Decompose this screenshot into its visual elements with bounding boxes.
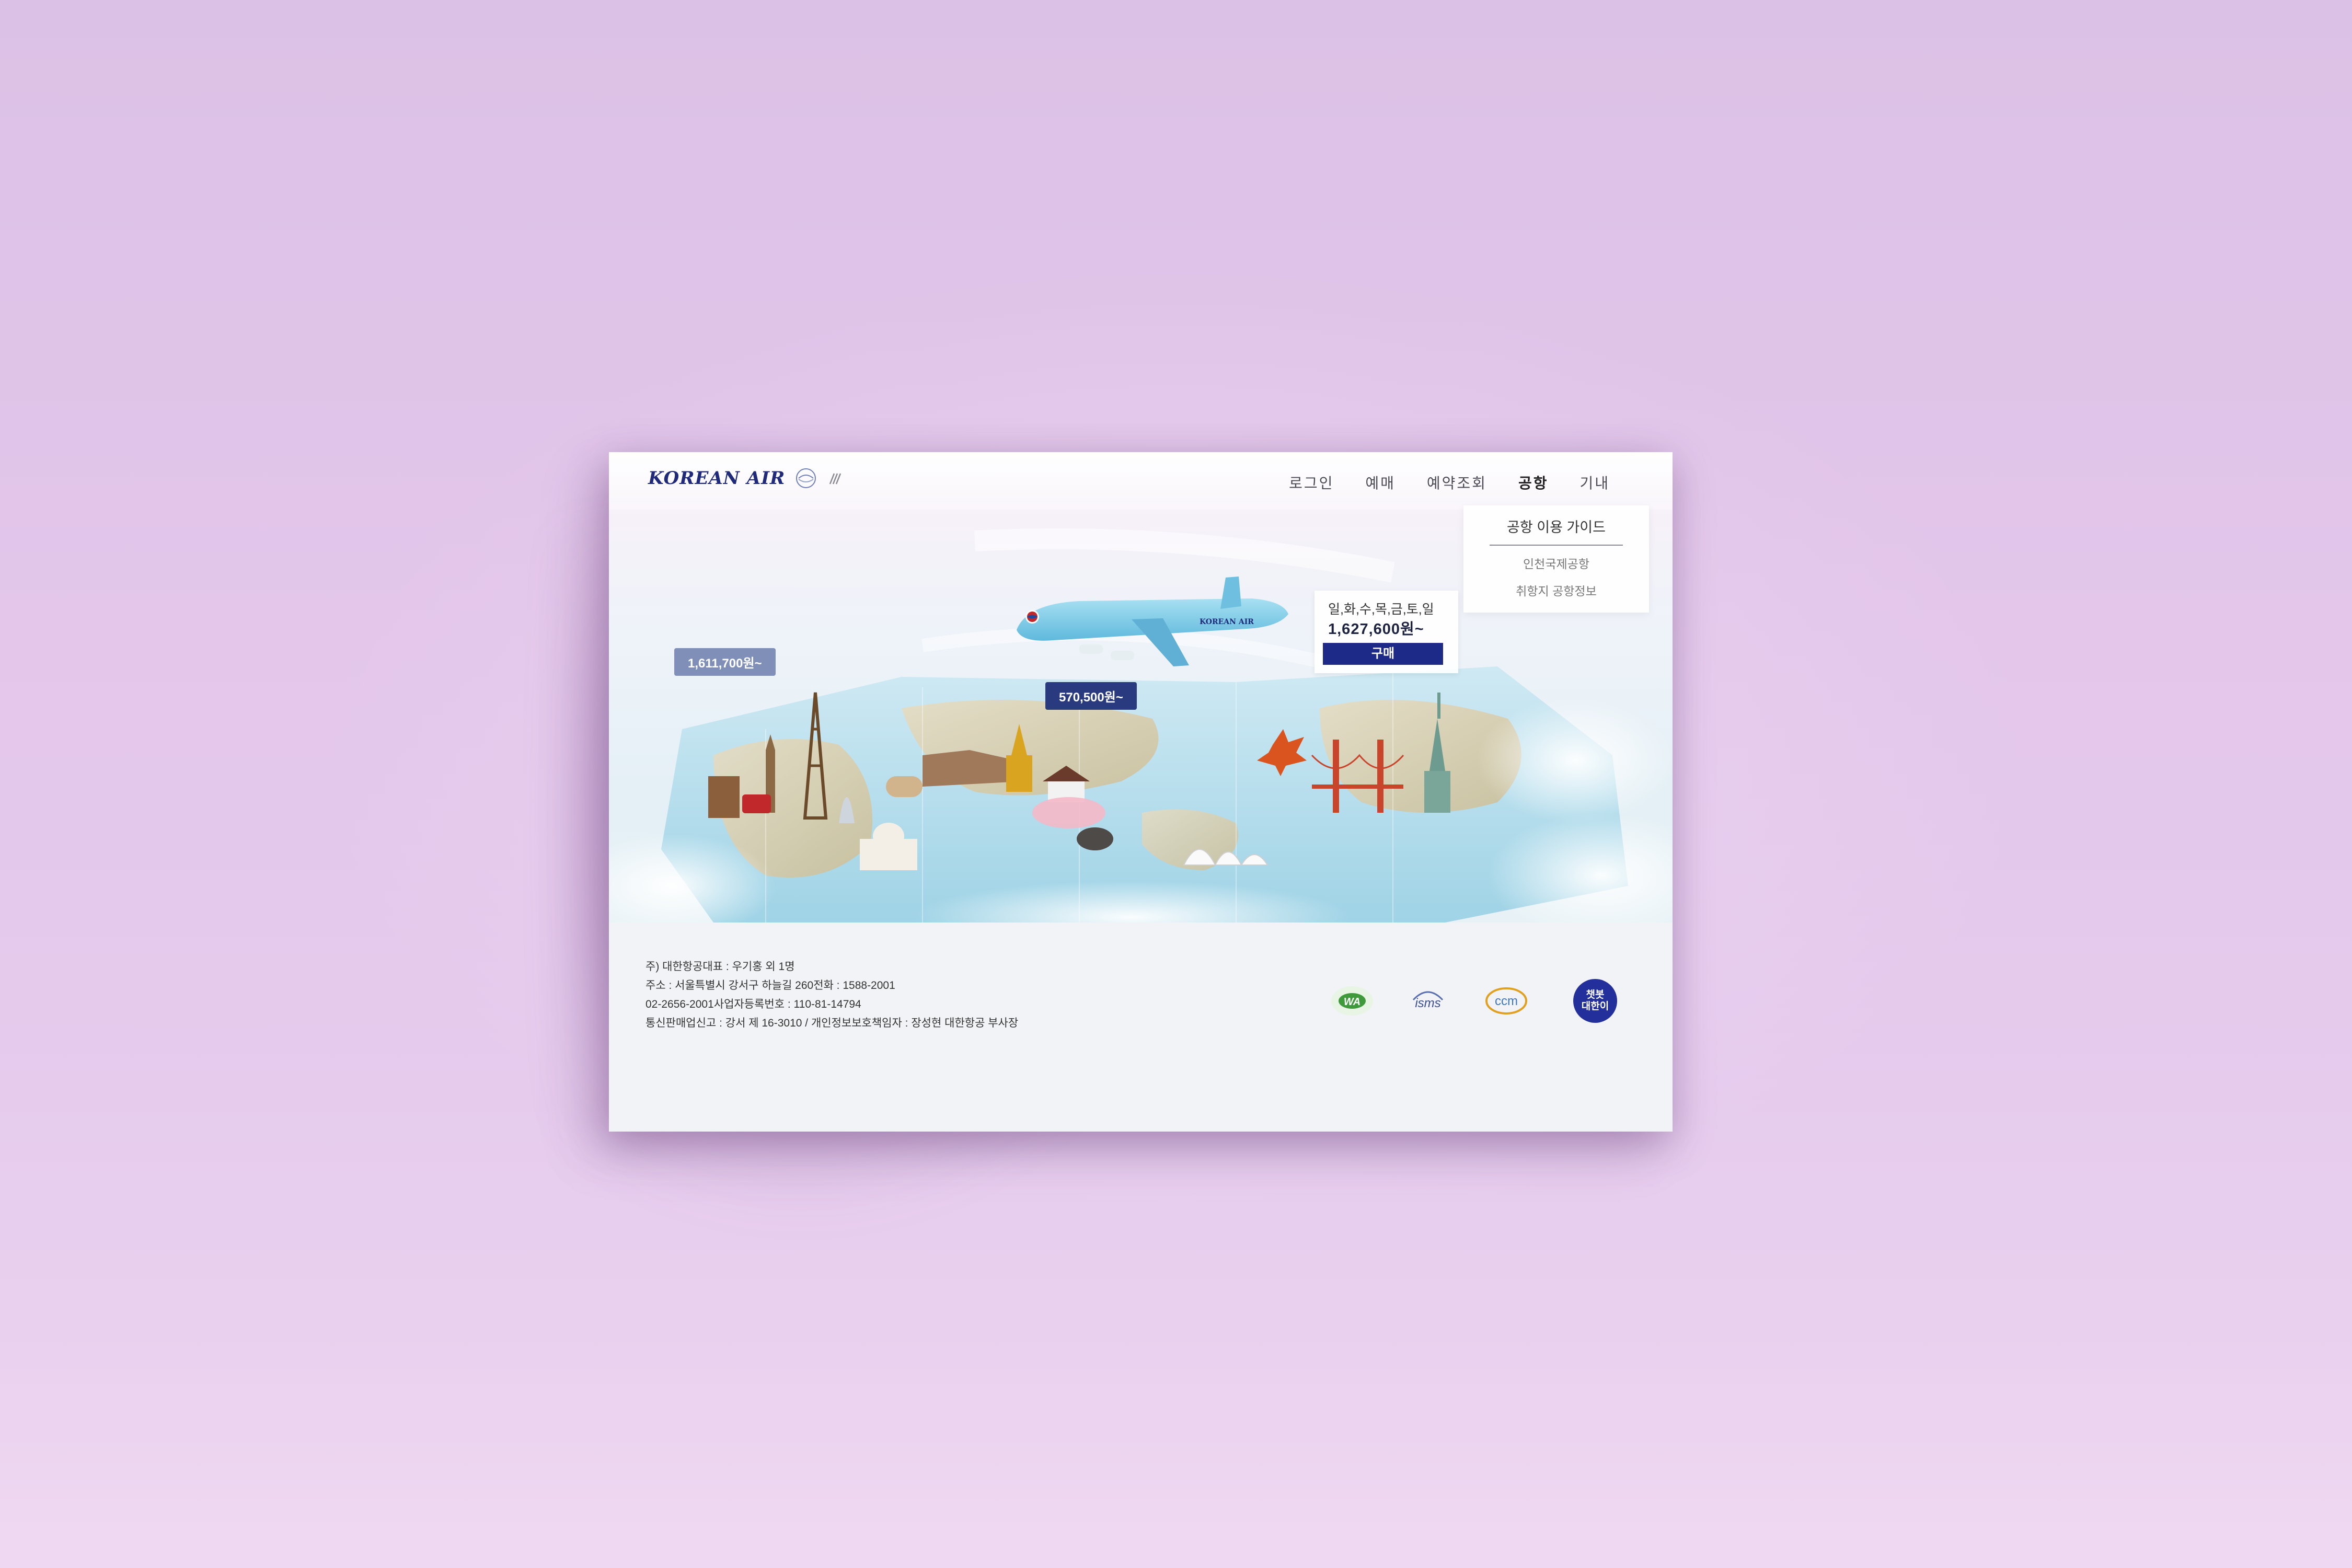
wa-badge-icon: WA <box>1331 986 1373 1016</box>
airport-dropdown-menu: 공항 이용 가이드 인천국제공항 취항지 공항정보 <box>1463 505 1649 613</box>
nav-reservation-lookup[interactable]: 예약조회 <box>1427 472 1487 493</box>
ccm-certification-badge: ccm <box>1484 979 1528 1023</box>
svg-text:isms: isms <box>1415 996 1440 1010</box>
svg-text:WA: WA <box>1344 996 1361 1008</box>
logo[interactable]: KOREAN AIR <box>648 467 845 490</box>
nav-booking[interactable]: 예매 <box>1365 472 1396 493</box>
site-footer: 주) 대한항공대표 : 우기홍 외 1명 주소 : 서울특별시 강서구 하늘길 … <box>609 923 1673 1132</box>
main-nav: 로그인 예매 예약조회 공항 기내 <box>1289 472 1610 493</box>
price-tag-europe[interactable]: 1,611,700원~ <box>674 648 776 676</box>
price-card-americas: 일,화,수,목,금,토,일 1,627,600원~ 구매 <box>1315 591 1458 673</box>
price-tag-asia[interactable]: 570,500원~ <box>1045 682 1137 710</box>
nav-inflight[interactable]: 기내 <box>1579 472 1610 493</box>
fare-price: 1,627,600원~ <box>1328 621 1424 638</box>
skyteam-icon <box>829 473 841 485</box>
wa-certification-badge: WA <box>1330 979 1374 1023</box>
buy-button[interactable]: 구매 <box>1323 643 1443 665</box>
nav-login[interactable]: 로그인 <box>1289 472 1334 493</box>
footer-business-number: 02-2656-2001사업자등록번호 : 110-81-14794 <box>645 998 861 1010</box>
site-header: KOREAN AIR 로그인 예매 예약조회 공항 기내 <box>609 452 1673 510</box>
dropdown-link-incheon[interactable]: 인천국제공항 <box>1463 554 1649 572</box>
nav-airport[interactable]: 공항 <box>1518 472 1549 493</box>
ccm-badge-icon: ccm <box>1485 987 1527 1014</box>
website-mockup: KOREAN AIR 로그인 예매 예약조회 공항 기내 KOREAN AIR … <box>609 452 1673 1132</box>
dropdown-title[interactable]: 공항 이용 가이드 <box>1490 516 1623 546</box>
dropdown-link-destination-airports[interactable]: 취항지 공항정보 <box>1463 581 1649 599</box>
korean-air-emblem-icon <box>796 468 816 488</box>
chatbot-label: 챗봇 대한이 <box>1581 989 1609 1012</box>
isms-certification-badge: isms <box>1406 979 1450 1023</box>
svg-text:ccm: ccm <box>1495 994 1518 1008</box>
isms-badge-icon: isms <box>1412 991 1444 1010</box>
backdrop-floor <box>0 1369 2352 1568</box>
flight-days: 일,화,수,목,금,토,일 <box>1328 602 1434 617</box>
footer-company: 주) 대한항공대표 : 우기홍 외 1명 <box>645 961 795 973</box>
svg-text:KOREAN AIR: KOREAN AIR <box>1200 618 1254 626</box>
chatbot-button[interactable]: 챗봇 대한이 <box>1573 979 1617 1023</box>
logo-text: KOREAN AIR <box>648 468 786 489</box>
footer-license: 통신판매업신고 : 강서 제 16-3010 / 개인정보보호책임자 : 장성현… <box>645 1017 1019 1029</box>
footer-address: 주소 : 서울특별시 강서구 하늘길 260전화 : 1588-2001 <box>645 979 895 991</box>
